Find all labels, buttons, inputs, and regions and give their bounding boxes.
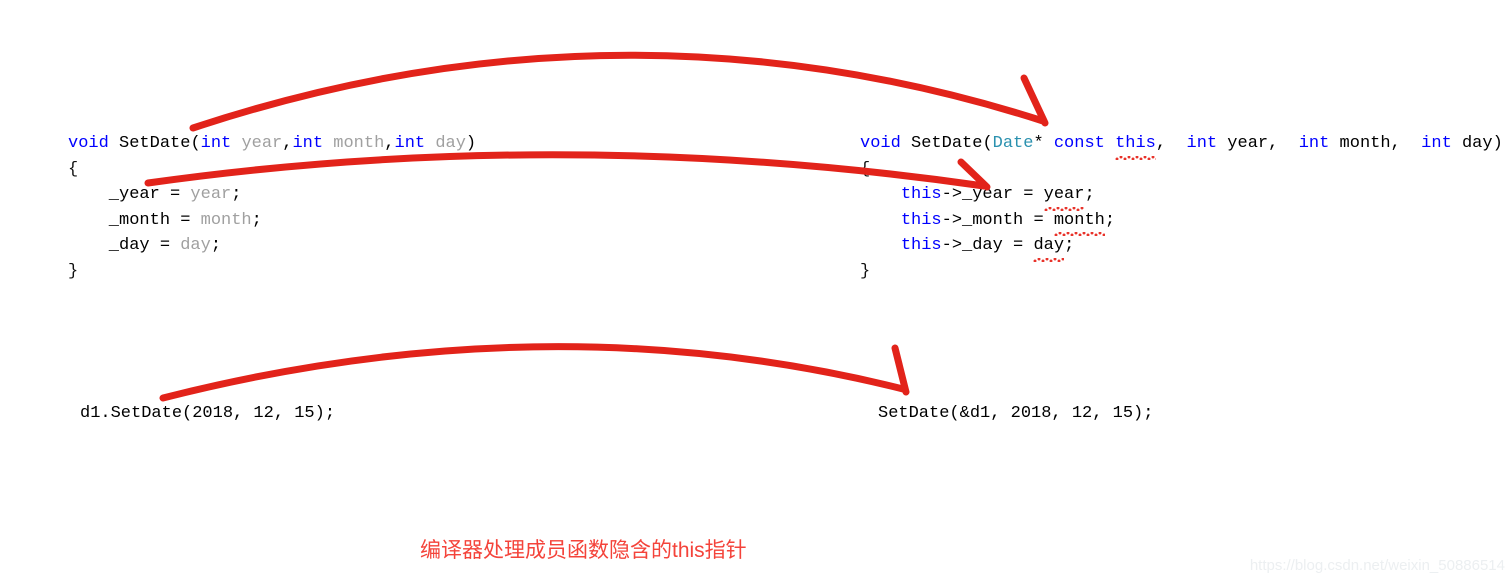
code-token: this — [900, 210, 942, 230]
code-token: ; — [251, 210, 262, 230]
code-line: void SetDate(Date* const this, int year,… — [860, 131, 1503, 159]
code-token: , — [1155, 134, 1187, 153]
code-token-underlined: this — [1115, 131, 1156, 159]
code-token-underlined: month — [1053, 208, 1105, 236]
annotated-code-figure: void SetDate(int year,int month,int day)… — [0, 0, 1511, 576]
code-token: month — [200, 210, 252, 230]
code-token: day) — [1451, 134, 1503, 153]
code-line: _day = day; — [68, 233, 476, 259]
call-line-expanded: SetDate(&d1, 2018, 12, 15); — [878, 404, 1154, 423]
code-token: , — [384, 134, 395, 153]
code-line: void SetDate(int year,int month,int day) — [68, 131, 476, 157]
code-token: int — [394, 134, 426, 153]
code-token: ( — [982, 134, 993, 153]
code-token-underlined: day — [1033, 233, 1064, 261]
code-token: SetDate — [911, 134, 983, 153]
code-token: { — [860, 159, 871, 179]
code-token: const — [1053, 134, 1105, 153]
code-token: ; — [1064, 236, 1075, 255]
code-token: ; — [231, 185, 242, 204]
code-token: int — [292, 134, 324, 153]
code-token: month — [333, 134, 385, 153]
code-token: ; — [1104, 210, 1116, 230]
code-token: ; — [210, 236, 222, 255]
code-token: this — [900, 185, 942, 204]
code-token: } — [68, 261, 79, 281]
code-token: , — [282, 134, 293, 153]
code-token: ) — [465, 134, 477, 153]
code-token: int — [1298, 134, 1330, 153]
code-block-expanded: void SetDate(Date* const this, int year,… — [860, 131, 1503, 284]
code-token: void — [68, 134, 109, 153]
code-line: } — [860, 259, 1503, 285]
code-line: _month = month; — [68, 208, 476, 234]
arrow-call-head — [891, 344, 910, 396]
code-line: } — [68, 259, 476, 285]
arrow-call — [159, 343, 907, 402]
code-token: _day = — [68, 236, 181, 255]
code-line: this->_month = month; — [860, 208, 1503, 236]
code-line: this->_day = day; — [860, 233, 1503, 261]
watermark: https://blog.csdn.net/weixin_50886514 — [1249, 557, 1505, 574]
code-token: month, — [1329, 134, 1422, 153]
code-token: year, — [1217, 134, 1299, 153]
code-token: year — [241, 134, 283, 153]
figure-caption: 编译器处理成员函数隐含的this指针 — [420, 539, 747, 562]
code-token: ->_year = — [941, 185, 1044, 204]
code-token: day — [180, 236, 211, 255]
code-token: ->_month = — [941, 210, 1054, 230]
call-line-original: d1.SetDate(2018, 12, 15); — [80, 404, 336, 423]
code-token: year — [190, 185, 232, 204]
code-line: { — [68, 157, 476, 183]
code-token: Date — [992, 134, 1034, 153]
code-token: { — [68, 159, 79, 179]
code-token: _month = — [68, 210, 201, 230]
annotation-arrows — [144, 51, 1049, 402]
code-line: _year = year; — [68, 182, 476, 208]
code-token: ( — [190, 134, 201, 153]
arrow-signature — [189, 51, 1047, 132]
code-line: { — [860, 157, 1503, 183]
code-block-original: void SetDate(int year,int month,int day)… — [68, 131, 476, 284]
code-token-underlined: year — [1043, 182, 1084, 210]
code-token: SetDate — [119, 134, 191, 153]
code-token: * — [1033, 134, 1044, 153]
arrow-signature-head — [1020, 74, 1049, 127]
code-token: day — [435, 134, 466, 153]
code-token: int — [1421, 134, 1452, 153]
code-token: } — [860, 261, 871, 281]
code-token: ->_day = — [941, 236, 1034, 255]
code-line: this->_year = year; — [860, 182, 1503, 210]
code-token: int — [1186, 134, 1218, 153]
code-token: void — [860, 134, 901, 153]
code-token: this — [900, 236, 942, 255]
code-token: _year = — [68, 185, 191, 204]
code-token: ; — [1084, 185, 1095, 204]
code-token: int — [200, 134, 232, 153]
